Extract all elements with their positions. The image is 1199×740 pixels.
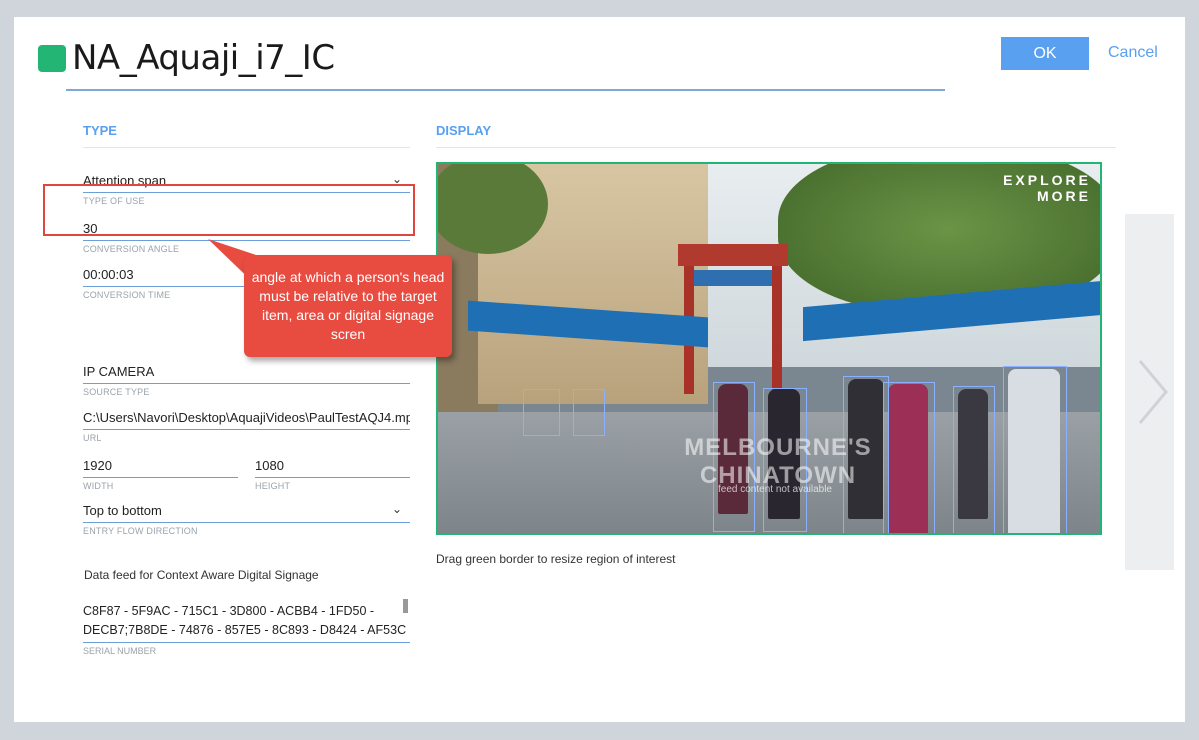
video-watermark-sub: feed content not available	[718, 484, 832, 495]
source-type-caption: SOURCE TYPE	[83, 387, 150, 397]
drag-hint-text: Drag green border to resize region of in…	[436, 552, 676, 566]
entry-flow-value: Top to bottom	[83, 503, 162, 518]
detection-box	[573, 389, 605, 436]
field-underline	[83, 642, 410, 643]
ok-button[interactable]: OK	[1001, 37, 1089, 70]
annotation-highlight-box	[43, 184, 415, 236]
chevron-right-icon[interactable]	[1132, 357, 1172, 427]
status-color-swatch[interactable]	[38, 45, 66, 72]
display-section-title: DISPLAY	[436, 123, 492, 138]
detection-box	[883, 382, 935, 533]
serial-number-textarea[interactable]: C8F87 - 5F9AC - 715C1 - 3D800 - ACBB4 - …	[83, 602, 410, 656]
field-underline	[255, 477, 410, 478]
entry-flow-caption: ENTRY FLOW DIRECTION	[83, 526, 198, 536]
serial-number-value: C8F87 - 5F9AC - 715C1 - 3D800 - ACBB4 - …	[83, 604, 407, 637]
entry-flow-select[interactable]: Top to bottom ⌄ ENTRY FLOW DIRECTION	[83, 502, 410, 536]
title-underline	[66, 89, 945, 91]
width-value: 1920	[83, 458, 112, 473]
page-title[interactable]: NA_Aquaji_i7_IC	[72, 38, 335, 78]
edit-dialog: NA_Aquaji_i7_IC OK Cancel TYPE Attention…	[14, 17, 1185, 722]
chevron-down-icon: ⌄	[391, 502, 402, 516]
video-preview-region[interactable]: EXPLORE MORE MELBOURNE'S CHINATOWN feed …	[436, 162, 1102, 535]
height-value: 1080	[255, 458, 284, 473]
serial-scrollbar[interactable]	[403, 599, 408, 613]
field-underline	[83, 383, 410, 384]
height-caption: HEIGHT	[255, 481, 291, 491]
url-field[interactable]: C:\Users\Navori\Desktop\AquajiVideos\Pau…	[83, 410, 410, 443]
field-underline	[83, 522, 410, 523]
field-underline	[83, 477, 238, 478]
display-divider	[436, 147, 1116, 148]
overlay-line-1: EXPLORE	[1003, 172, 1091, 188]
detection-box	[953, 386, 995, 533]
field-underline	[83, 429, 410, 430]
watermark-line-1: MELBOURNE'S	[684, 434, 872, 461]
width-field[interactable]: 1920 WIDTH	[83, 458, 238, 491]
height-field[interactable]: 1080 HEIGHT	[255, 458, 410, 491]
data-feed-label: Data feed for Context Aware Digital Sign…	[84, 568, 319, 582]
type-section-title: TYPE	[83, 123, 117, 138]
source-type-field[interactable]: IP CAMERA SOURCE TYPE	[83, 364, 410, 397]
detection-box	[523, 389, 560, 436]
url-value: C:\Users\Navori\Desktop\AquajiVideos\Pau…	[83, 410, 410, 425]
width-caption: WIDTH	[83, 481, 114, 491]
detection-box	[1003, 366, 1067, 533]
video-watermark: MELBOURNE'S CHINATOWN	[668, 434, 888, 490]
annotation-callout: angle at which a person's head must be r…	[244, 255, 452, 357]
video-overlay-text: EXPLORE MORE	[983, 172, 1091, 204]
source-type-value: IP CAMERA	[83, 364, 155, 379]
type-divider	[83, 147, 410, 148]
url-caption: URL	[83, 433, 102, 443]
overlay-line-2: MORE	[1037, 188, 1091, 204]
cancel-link[interactable]: Cancel	[1108, 44, 1158, 62]
serial-number-caption: SERIAL NUMBER	[83, 646, 157, 656]
